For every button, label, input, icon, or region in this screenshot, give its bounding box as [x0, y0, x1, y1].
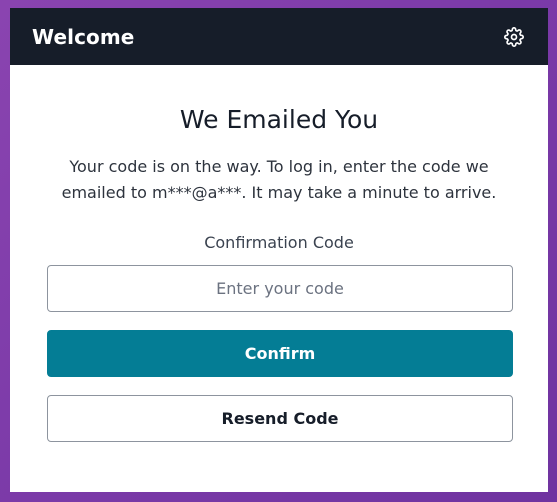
confirmation-code-input[interactable]: [47, 265, 513, 312]
resend-code-button[interactable]: Resend Code: [47, 395, 513, 442]
confirm-button[interactable]: Confirm: [47, 330, 513, 377]
confirm-signup-card: Welcome We Emailed You Your code is on t…: [10, 8, 548, 492]
header-bar: Welcome: [10, 8, 548, 65]
gear-icon[interactable]: [502, 25, 526, 49]
form-content: We Emailed You Your code is on the way. …: [10, 105, 548, 442]
header-title: Welcome: [32, 24, 135, 49]
instructions-text: Your code is on the way. To log in, ente…: [61, 157, 497, 202]
page-title: We Emailed You: [179, 105, 379, 134]
confirmation-code-label: Confirmation Code: [204, 233, 354, 252]
